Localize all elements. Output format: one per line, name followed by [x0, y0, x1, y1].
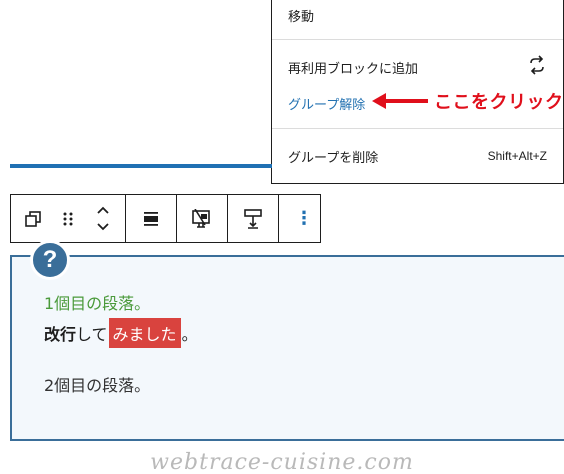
copy-blocks-icon[interactable]	[11, 195, 55, 242]
menu-item-delete-group[interactable]: グループを削除 Shift+Alt+Z	[288, 144, 547, 168]
toolbar-group-media	[177, 195, 228, 242]
block-mover	[81, 195, 125, 242]
selection-indicator-line	[10, 164, 272, 168]
menu-item-add-reusable[interactable]: 再利用ブロックに追加	[288, 55, 547, 79]
arrow-line	[386, 99, 428, 103]
toolbar-group-align	[126, 195, 177, 242]
format-icon[interactable]	[228, 195, 278, 242]
paragraph-linebreak[interactable]: 改行 して みました 。	[44, 318, 198, 348]
align-icon[interactable]	[126, 195, 176, 242]
menu-item-add-reusable-label: 再利用ブロックに追加	[288, 61, 419, 77]
group-block[interactable]	[10, 255, 564, 441]
annotation-label: ここをクリック	[434, 92, 564, 113]
block-toolbar: ⋮	[10, 194, 321, 243]
sentence-end: 。	[181, 325, 198, 344]
toolbar-group-parent	[11, 195, 126, 242]
move-up-icon[interactable]	[96, 205, 110, 216]
highlighted-text: みました	[108, 318, 181, 348]
bold-text: 改行	[44, 325, 77, 344]
toolbar-group-more: ⋮	[279, 195, 329, 242]
annotation-callout: ここをクリック	[372, 89, 564, 113]
menu-divider	[272, 128, 563, 129]
image-toggle-icon[interactable]	[177, 195, 227, 242]
paragraph-second[interactable]: 2個目の段落。	[44, 372, 150, 396]
menu-item-move-label: 移動	[288, 9, 315, 25]
toolbar-group-format	[228, 195, 279, 242]
drag-handle-icon[interactable]	[55, 195, 81, 242]
plain-text: して	[76, 325, 108, 344]
arrow-left-icon	[372, 93, 386, 109]
move-down-icon[interactable]	[96, 222, 110, 233]
paragraph-first[interactable]: 1個目の段落。	[44, 290, 150, 314]
delete-shortcut: Shift+Alt+Z	[487, 149, 547, 163]
menu-item-delete-group-label: グループを削除	[288, 150, 379, 166]
menu-divider	[272, 39, 563, 40]
question-badge-icon: ?	[30, 240, 70, 280]
watermark: webtrace-cuisine.com	[150, 450, 414, 474]
menu-item-move[interactable]: 移動	[288, 3, 547, 27]
reusable-block-icon	[527, 55, 547, 79]
more-options-icon[interactable]: ⋮	[279, 195, 329, 242]
menu-item-ungroup-label: グループ解除	[288, 97, 366, 113]
